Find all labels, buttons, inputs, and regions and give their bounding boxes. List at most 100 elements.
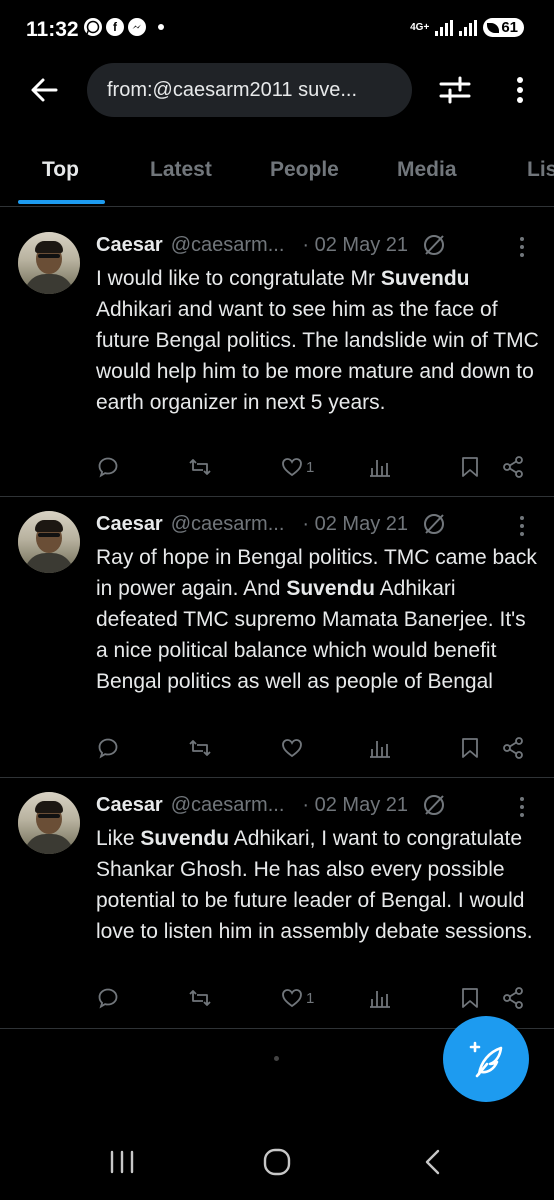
grok-icon[interactable] — [422, 512, 446, 536]
tweet-date[interactable]: · 02 May 21 — [302, 794, 408, 817]
bookmark-icon — [462, 457, 478, 477]
highlighted-term: Suvendu — [380, 267, 470, 290]
tab-latest[interactable]: Latest — [150, 158, 212, 182]
heart-icon — [282, 989, 302, 1008]
avatar[interactable] — [18, 792, 80, 854]
grok-icon[interactable] — [422, 793, 446, 817]
reply-button[interactable] — [96, 985, 120, 1011]
tab-media[interactable]: Media — [397, 158, 457, 182]
tweet-more-icon[interactable] — [516, 236, 528, 258]
views-button[interactable] — [368, 454, 392, 480]
heart-icon — [282, 739, 302, 758]
tweet[interactable]: Caesar @caesarm... · 02 May 21 I would l… — [0, 218, 554, 497]
reply-button[interactable] — [96, 454, 120, 480]
status-bar: 11:32 f 4G+ 61 — [0, 0, 554, 60]
grok-icon[interactable] — [422, 233, 446, 257]
author-name[interactable]: Caesar — [96, 234, 163, 257]
author-name[interactable]: Caesar — [96, 513, 163, 536]
dot-icon — [158, 24, 164, 30]
tweet[interactable]: Caesar @caesarm... · 02 May 21 Like Suve… — [0, 778, 554, 1029]
chevron-left-icon — [425, 1149, 440, 1175]
share-icon — [503, 456, 523, 478]
like-button[interactable] — [280, 735, 306, 761]
search-query: from:@caesarm2011 suve... — [107, 78, 358, 101]
avatar[interactable] — [18, 232, 80, 294]
retweet-icon — [189, 990, 211, 1006]
tweet-text: I would like to congratulate Mr Suvendu … — [96, 267, 539, 414]
bookmark-icon — [462, 738, 478, 758]
tweet-date[interactable]: · 02 May 21 — [302, 234, 408, 257]
analytics-icon — [370, 460, 390, 477]
facebook-icon: f — [106, 18, 124, 36]
filter-button[interactable] — [438, 73, 472, 107]
share-button[interactable] — [501, 985, 525, 1011]
analytics-icon — [370, 991, 390, 1008]
author-handle[interactable]: @caesarm... — [171, 794, 285, 817]
home-button[interactable] — [257, 1142, 297, 1182]
tab-lists[interactable]: Lis — [527, 158, 554, 182]
reply-button[interactable] — [96, 735, 120, 761]
messenger-icon — [128, 18, 146, 36]
signal-icon-2 — [459, 19, 478, 36]
search-input[interactable]: from:@caesarm2011 suve... — [87, 63, 412, 117]
compose-post-button[interactable] — [443, 1016, 529, 1102]
tweet-more-icon[interactable] — [516, 515, 528, 537]
author-handle[interactable]: @caesarm... — [171, 513, 285, 536]
back-button[interactable] — [26, 72, 62, 108]
highlighted-term: Suvendu — [140, 827, 230, 850]
share-button[interactable] — [501, 454, 525, 480]
search-header: from:@caesarm2011 suve... — [0, 60, 554, 120]
battery-indicator: 61 — [483, 18, 524, 37]
share-icon — [503, 737, 523, 759]
status-time: 11:32 — [26, 18, 79, 41]
like-button[interactable]: 1 — [280, 454, 314, 480]
loading-indicator — [274, 1056, 279, 1061]
system-navigation-bar — [0, 1130, 554, 1200]
share-icon — [503, 987, 523, 1009]
tweet[interactable]: Caesar @caesarm... · 02 May 21 Ray of ho… — [0, 497, 554, 778]
recent-apps-icon — [110, 1150, 134, 1174]
heart-icon — [282, 458, 302, 477]
share-button[interactable] — [501, 735, 525, 761]
retweet-button[interactable] — [188, 985, 212, 1011]
more-vertical-icon — [517, 77, 523, 103]
battery-level: 61 — [501, 19, 518, 36]
reply-icon — [98, 988, 118, 1009]
network-type: 4G+ — [410, 21, 430, 33]
analytics-icon — [370, 741, 390, 758]
author-name[interactable]: Caesar — [96, 794, 163, 817]
battery-saver-icon — [487, 22, 500, 33]
tweet-header: Caesar @caesarm... · 02 May 21 — [96, 233, 446, 257]
signal-icon — [435, 19, 454, 36]
recent-apps-button[interactable] — [102, 1142, 142, 1182]
views-button[interactable] — [368, 985, 392, 1011]
tab-people[interactable]: People — [270, 158, 339, 182]
retweet-button[interactable] — [188, 735, 212, 761]
tweet-header: Caesar @caesarm... · 02 May 21 — [96, 512, 446, 536]
tweet-actions — [96, 735, 536, 765]
feather-plus-icon — [469, 1041, 503, 1078]
active-tab-indicator — [18, 200, 105, 204]
tweet-date[interactable]: · 02 May 21 — [302, 513, 408, 536]
tab-top[interactable]: Top — [42, 158, 79, 182]
avatar[interactable] — [18, 511, 80, 573]
tweet-more-icon[interactable] — [516, 796, 528, 818]
reply-icon — [98, 738, 118, 759]
more-options-button[interactable] — [505, 72, 535, 108]
bookmark-button[interactable] — [458, 735, 482, 761]
retweet-icon — [189, 459, 211, 475]
like-button[interactable]: 1 — [280, 985, 314, 1011]
retweet-button[interactable] — [188, 454, 212, 480]
author-handle[interactable]: @caesarm... — [171, 234, 285, 257]
like-count: 1 — [306, 989, 315, 1007]
reply-icon — [98, 457, 118, 478]
bookmark-button[interactable] — [458, 454, 482, 480]
bookmark-button[interactable] — [458, 985, 482, 1011]
bookmark-icon — [462, 988, 478, 1008]
like-count: 1 — [306, 458, 315, 476]
tweet-actions: 1 — [96, 454, 536, 484]
views-button[interactable] — [368, 735, 392, 761]
system-back-button[interactable] — [413, 1142, 453, 1182]
arrow-left-icon — [31, 78, 58, 102]
sliders-icon — [439, 76, 471, 104]
